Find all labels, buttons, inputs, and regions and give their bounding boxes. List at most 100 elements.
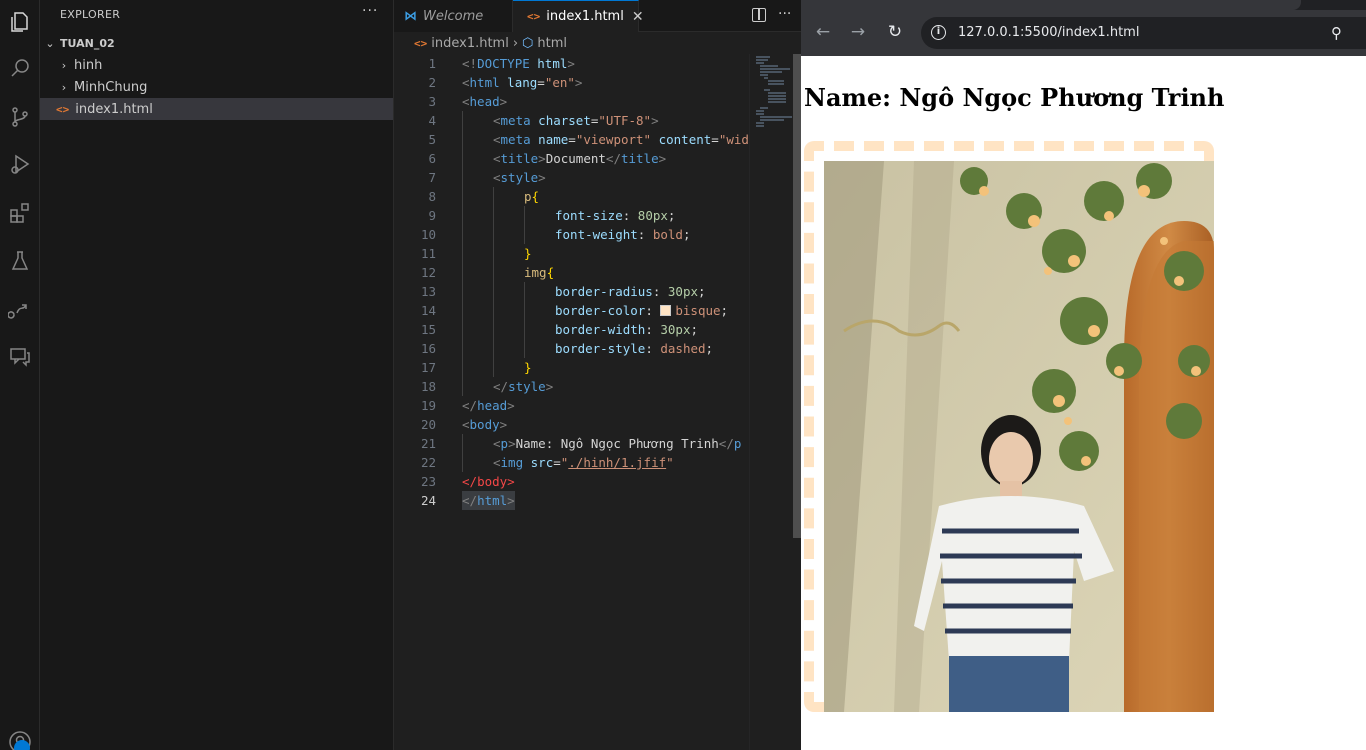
code-text: font-weight: bold; — [555, 225, 691, 244]
code-token: border-radius — [555, 284, 653, 299]
code-token: "wid — [718, 132, 749, 147]
code-token: > — [507, 493, 515, 508]
code-text: <title>Document</title> — [493, 149, 666, 168]
code-token: = — [537, 75, 545, 90]
code-text: <meta name="viewport" content="wid — [493, 130, 749, 149]
code-token: ; — [705, 341, 714, 356]
tree-item-hinh[interactable]: › hinh — [40, 54, 393, 76]
close-icon[interactable]: ✕ — [632, 9, 644, 25]
code-token: DOCTYPE — [477, 56, 530, 71]
code-token: p — [500, 436, 509, 451]
code-token: border-color — [555, 303, 646, 318]
breadcrumb-file[interactable]: index1.html — [431, 36, 509, 51]
chevron-down-icon: ⌄ — [45, 36, 55, 50]
address-bar[interactable]: i 127.0.0.1:5500/index1.html ⚲ — [921, 17, 1366, 49]
split-editor-icon[interactable] — [752, 8, 766, 22]
code-token: </ — [718, 436, 734, 451]
color-swatch-icon[interactable] — [660, 305, 672, 316]
code-token: font-weight — [555, 227, 638, 242]
code-line: 23 </body> — [394, 472, 749, 491]
code-token: < — [462, 94, 470, 109]
explorer-icon[interactable] — [4, 6, 36, 38]
code-token: < — [462, 75, 470, 90]
code-token: body — [477, 474, 508, 489]
code-token: charset — [538, 113, 591, 128]
search-icon[interactable] — [4, 52, 36, 84]
line-number: 15 — [420, 322, 436, 337]
testing-icon[interactable] — [4, 245, 36, 277]
explorer-more-button[interactable]: ··· — [362, 3, 378, 19]
code-token: </ — [462, 474, 478, 489]
code-token: html — [469, 75, 500, 90]
run-debug-icon[interactable] — [4, 148, 36, 180]
editor-scrollbar[interactable] — [793, 54, 801, 538]
code-token: > — [545, 379, 554, 394]
code-line: 14 border-color: bisque; — [394, 301, 749, 320]
chat-icon[interactable] — [4, 340, 36, 372]
remote-explorer-icon[interactable] — [4, 293, 36, 325]
tree-item-index1[interactable]: <> index1.html — [40, 98, 393, 120]
reload-button[interactable]: ↻ — [885, 22, 905, 42]
minimap[interactable] — [749, 54, 793, 750]
code-token: font-size — [555, 208, 623, 223]
code-line: 8 p{ — [394, 187, 749, 206]
code-token: > — [507, 474, 515, 489]
code-line: 6 <title>Document</title> — [394, 149, 749, 168]
code-text: border-width: 30px; — [555, 320, 698, 339]
code-line: 15 border-width: 30px; — [394, 320, 749, 339]
code-token: dashed — [660, 341, 706, 356]
line-number: 1 — [428, 56, 436, 71]
line-number: 3 — [428, 94, 436, 109]
extensions-icon[interactable] — [4, 197, 36, 229]
code-token: head — [469, 94, 500, 109]
code-text: border-style: dashed; — [555, 339, 713, 358]
code-editor[interactable]: 1 <!DOCTYPE html> 2 <html lang="en"> 3 <hea… — [394, 54, 749, 750]
code-token: lang — [507, 75, 538, 90]
html-file-icon: <> — [527, 10, 541, 23]
code-token: p — [733, 436, 742, 451]
browser-window: ← → ↻ i 127.0.0.1:5500/index1.html ⚲ Nam… — [801, 0, 1366, 750]
code-token: "en" — [544, 75, 575, 90]
source-control-icon[interactable] — [4, 101, 36, 133]
code-token: : — [645, 322, 661, 337]
line-number: 6 — [428, 151, 436, 166]
code-token: ; — [720, 303, 729, 318]
site-info-icon[interactable]: i — [931, 25, 946, 40]
tree-item-minhchung[interactable]: › MinhChung — [40, 76, 393, 98]
code-token: > — [574, 75, 583, 90]
code-token: < — [493, 436, 501, 451]
tab-index1[interactable]: <> index1.html ✕ — [513, 0, 644, 32]
breadcrumb-symbol[interactable]: html — [537, 36, 567, 51]
code-line: 12 img{ — [394, 263, 749, 282]
code-token: } — [524, 360, 532, 375]
tree-item-label: MinhChung — [74, 79, 148, 95]
code-line: 20 <body> — [394, 415, 749, 434]
folder-root[interactable]: ⌄ TUAN_02 — [40, 32, 393, 54]
zoom-icon[interactable]: ⚲ — [1331, 24, 1342, 42]
url-text[interactable]: 127.0.0.1:5500/index1.html — [958, 25, 1139, 40]
line-number: 2 — [428, 75, 436, 90]
code-token: < — [493, 132, 501, 147]
code-token: > — [508, 436, 516, 451]
line-number: 18 — [420, 379, 436, 394]
tab-label: Welcome — [423, 8, 484, 24]
code-token: </ — [462, 398, 478, 413]
code-token: head — [477, 398, 508, 413]
code-text: <p>Name: Ngô Ngọc Phương Trinh</p — [493, 434, 741, 453]
code-token: src — [530, 455, 554, 470]
code-token: bold — [652, 227, 683, 242]
editor-more-button[interactable]: ··· — [778, 6, 791, 22]
code-token: < — [493, 455, 501, 470]
code-line: 11} — [394, 244, 749, 263]
code-token: </ — [493, 379, 509, 394]
back-button[interactable]: ← — [813, 22, 833, 42]
line-number: 5 — [428, 132, 436, 147]
code-token: html — [477, 493, 508, 508]
forward-button[interactable]: → — [848, 22, 868, 42]
line-number: 13 — [420, 284, 436, 299]
code-line: 5 <meta name="viewport" content="wid — [394, 130, 749, 149]
activity-bar — [0, 0, 40, 750]
tab-welcome[interactable]: ⋈ Welcome — [394, 0, 513, 32]
code-line: 17} — [394, 358, 749, 377]
